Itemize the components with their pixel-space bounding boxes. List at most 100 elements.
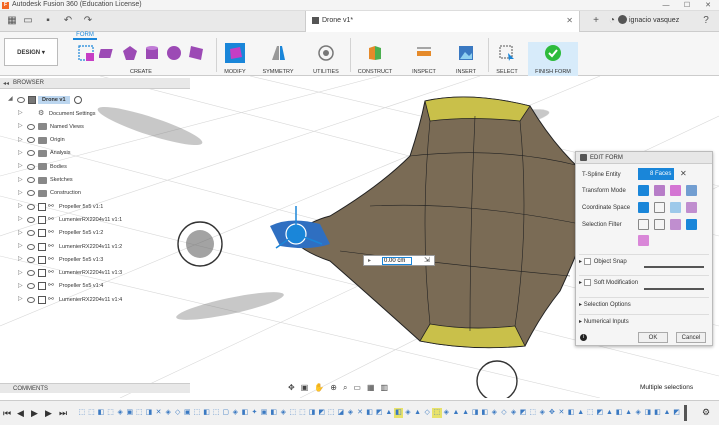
visibility-eye-icon[interactable] (27, 190, 35, 197)
transform-rotate-icon[interactable] (670, 185, 681, 196)
expand-icon[interactable]: ▷ (18, 123, 24, 130)
timeline-feature-icon[interactable]: ⬚ (326, 408, 336, 418)
close-window-button[interactable]: ✕ (698, 0, 718, 11)
timeline-feature-icon[interactable]: ◨ (470, 408, 480, 418)
construct-plane-icon[interactable] (366, 44, 384, 62)
undo-icon[interactable]: ↶ (62, 15, 74, 27)
filter-edge-icon[interactable] (654, 219, 665, 230)
select-icon[interactable] (498, 44, 516, 62)
finish-form-check-icon[interactable] (544, 44, 562, 62)
timeline-feature-icon[interactable]: ▣ (259, 408, 269, 418)
visibility-eye-icon[interactable] (27, 177, 35, 183)
timeline-feature-icon[interactable]: ◈ (538, 408, 548, 418)
visibility-eye-icon[interactable] (27, 203, 35, 210)
timeline-feature-icon[interactable]: ⬚ (528, 408, 538, 418)
timeline-feature-icon[interactable]: ⬚ (431, 408, 442, 418)
browser-item[interactable]: ▷ ⚯ LumenierRX2204v11 v1:4 (18, 293, 122, 306)
info-icon[interactable]: i (580, 334, 587, 341)
timeline-feature-icon[interactable]: ⬚ (106, 408, 116, 418)
ok-button[interactable]: OK (638, 332, 668, 343)
sphere-create-icon[interactable] (165, 44, 183, 62)
collapse-browser-icon[interactable]: ◂◂ (3, 80, 9, 87)
go-to-end-icon[interactable]: ⏭ (59, 408, 67, 419)
transform-scale-icon[interactable] (686, 185, 697, 196)
timeline-feature-icon[interactable]: ◧ (393, 408, 404, 418)
tab-form[interactable]: FORM (73, 32, 97, 40)
timeline-feature-icon[interactable]: ▲ (451, 408, 461, 418)
browser-item[interactable]: ▷ Named Views (18, 120, 84, 133)
expand-icon[interactable]: ▷ (18, 216, 24, 223)
timeline-feature-icon[interactable]: ⬚ (585, 408, 595, 418)
inspect-group[interactable]: INSPECT (404, 42, 444, 76)
activate-radio-icon[interactable] (73, 95, 82, 104)
transform-multi-icon[interactable] (638, 185, 649, 196)
timeline-feature-icon[interactable]: ◧ (240, 408, 250, 418)
torus-create-icon[interactable] (187, 44, 205, 62)
browser-item[interactable]: ▷ Origin (18, 134, 65, 147)
select-group[interactable]: SELECT (490, 42, 524, 76)
quadball-create-icon[interactable] (121, 44, 139, 62)
timeline-feature-icon[interactable]: ◨ (144, 408, 154, 418)
visibility-eye-icon[interactable] (27, 256, 35, 263)
redo-icon[interactable]: ↷ (82, 15, 94, 27)
visibility-eye-icon[interactable] (27, 137, 35, 144)
timeline-feature-icon[interactable]: ⬚ (87, 408, 97, 418)
numerical-inputs-row[interactable]: ▸ Numerical Inputs (579, 314, 709, 325)
edit-form-header[interactable]: EDIT FORM (576, 152, 712, 164)
orbit-icon[interactable]: ✥ (288, 383, 295, 392)
cylinder-create-icon[interactable] (143, 44, 161, 62)
timeline-feature-icon[interactable]: ▢ (221, 408, 231, 418)
timeline-feature-icon[interactable]: ✕ (355, 408, 365, 418)
filter-body-icon[interactable] (686, 219, 697, 230)
modify-group[interactable]: MODIFY (218, 42, 252, 76)
timeline-feature-icon[interactable]: ⬚ (211, 408, 221, 418)
visibility-eye-icon[interactable] (27, 216, 35, 223)
expand-icon[interactable]: ▷ (18, 203, 24, 210)
expand-icon[interactable]: ▷ (18, 190, 24, 197)
step-forward-icon[interactable]: ▶ (45, 408, 52, 419)
insert-image-icon[interactable] (457, 44, 475, 62)
timeline-feature-icon[interactable]: ▣ (125, 408, 135, 418)
job-status-icon[interactable]: ◔ (606, 15, 618, 27)
timeline-feature-icon[interactable]: ▲ (662, 408, 672, 418)
browser-item[interactable]: ▷ ⚯ Propeller 5x5 v1:4 (18, 280, 103, 293)
file-menu-icon[interactable]: ▭ (22, 15, 34, 27)
timeline-feature-icon[interactable]: ✦ (250, 408, 260, 418)
browser-root[interactable]: ◢ Drone v1 (8, 93, 82, 106)
construct-group[interactable]: CONSTRUCT (352, 42, 398, 76)
visibility-eye-icon[interactable] (27, 230, 35, 237)
finish-form-group[interactable]: FINISH FORM (528, 42, 578, 76)
expand-icon[interactable]: ▷ (18, 270, 24, 277)
visibility-eye-icon[interactable] (27, 123, 35, 130)
timeline-feature-icon[interactable]: ◇ (173, 408, 183, 418)
timeline-feature-icon[interactable]: ✕ (154, 408, 164, 418)
timeline-marker[interactable] (684, 405, 687, 421)
timeline-feature-icon[interactable]: ◈ (278, 408, 288, 418)
display-settings-icon[interactable]: ▭ (353, 383, 361, 392)
cancel-button[interactable]: Cancel (676, 332, 706, 343)
timeline-feature-icon[interactable]: ▲ (624, 408, 634, 418)
step-back-icon[interactable]: ◀ (17, 408, 24, 419)
expand-icon[interactable]: ▷ (18, 150, 24, 157)
timeline-feature-icon[interactable]: ◩ (374, 408, 384, 418)
timeline-feature-icon[interactable]: ◈ (442, 408, 452, 418)
grid-settings-icon[interactable]: ▦ (367, 383, 375, 392)
browser-header[interactable]: BROWSER (0, 78, 190, 89)
browser-item[interactable]: ▷ ⚯ Propeller 5x5 v1:2 (18, 227, 103, 240)
expand-icon[interactable]: ◢ (8, 96, 14, 103)
space-per-entity-icon[interactable] (686, 202, 697, 213)
visibility-eye-icon[interactable] (27, 270, 35, 277)
timeline-feature-icon[interactable]: ◈ (346, 408, 356, 418)
timeline-feature-icon[interactable]: ▲ (461, 408, 471, 418)
expand-icon[interactable]: ▷ (18, 110, 24, 117)
edit-form-icon[interactable] (225, 43, 245, 63)
timeline-feature-icon[interactable]: ◩ (595, 408, 605, 418)
symmetry-group[interactable]: SYMMETRY (256, 42, 300, 76)
browser-item[interactable]: ▷ Analysis (18, 147, 70, 160)
timeline-feature-icon[interactable]: ⬚ (135, 408, 145, 418)
play-icon[interactable]: ▶ (31, 408, 38, 419)
collapse-panel-icon[interactable] (580, 154, 587, 161)
input-dropdown-icon[interactable]: ▸ (368, 257, 371, 264)
timeline-feature-icon[interactable]: ▲ (413, 408, 423, 418)
browser-item[interactable]: ▷ Bodies (18, 160, 67, 173)
